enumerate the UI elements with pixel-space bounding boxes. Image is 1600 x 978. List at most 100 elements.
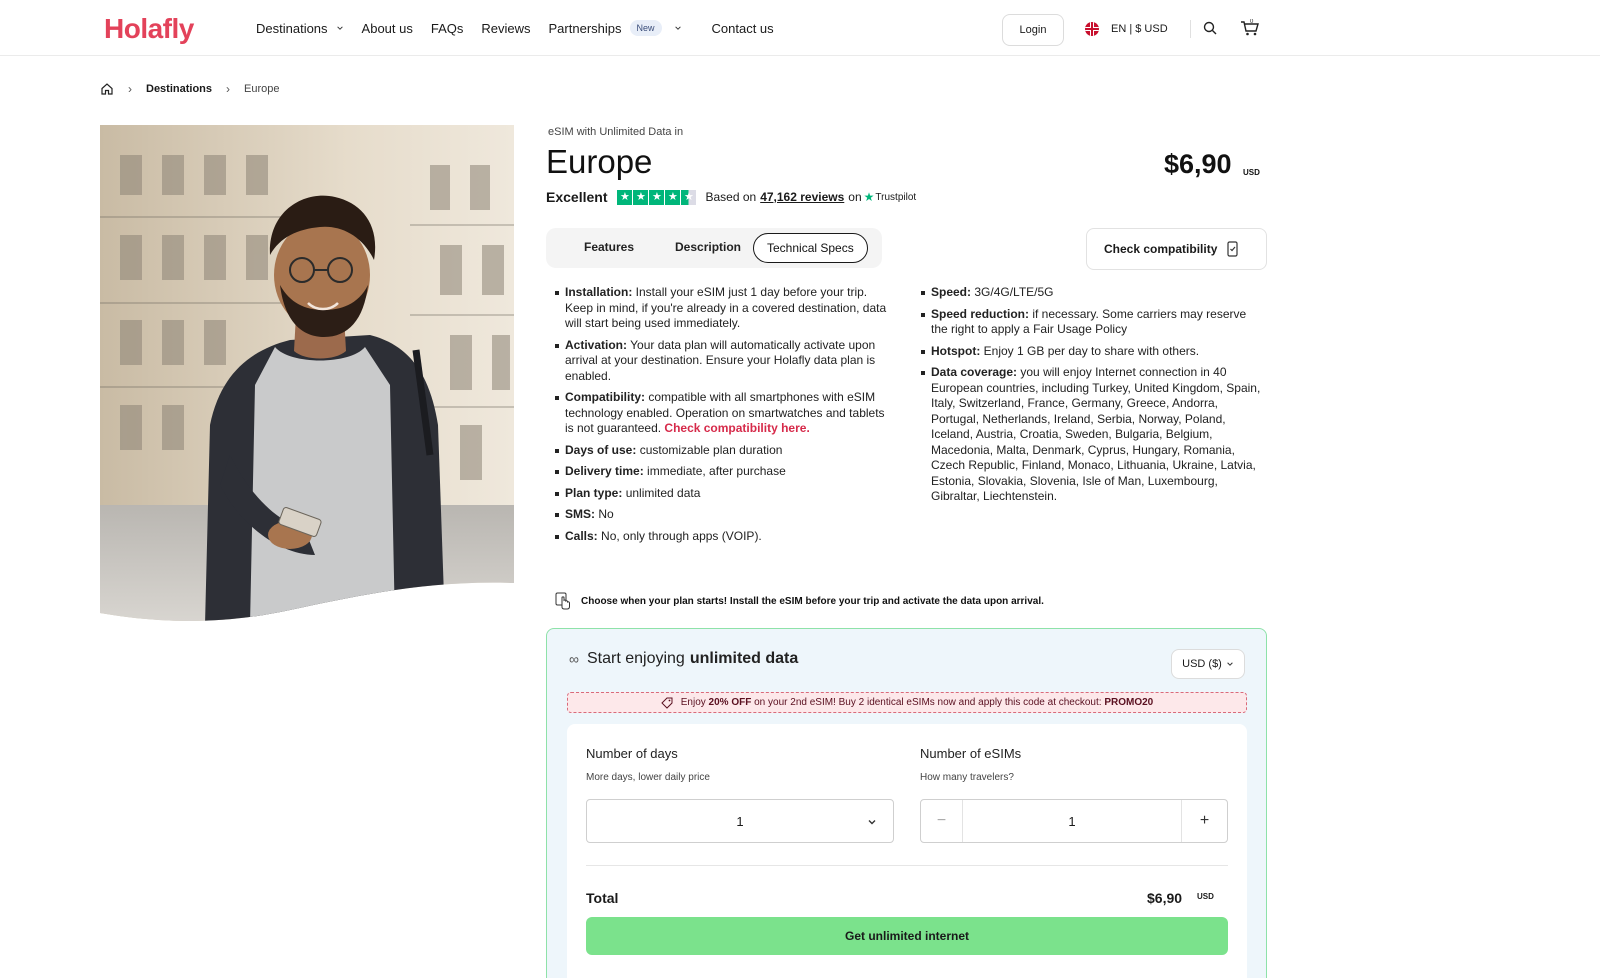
divider: [586, 865, 1228, 866]
nav-destinations-label: Destinations: [256, 20, 328, 36]
nav-about-us[interactable]: About us: [362, 21, 413, 36]
decrement-button[interactable]: −: [921, 800, 963, 842]
nav-destinations[interactable]: Destinations: [256, 21, 344, 36]
days-select[interactable]: 1: [586, 799, 894, 843]
login-button[interactable]: Login: [1002, 14, 1064, 46]
check-compatibility-button[interactable]: Check compatibility: [1086, 228, 1267, 270]
check-compatibility-link[interactable]: Check compatibility here.: [664, 421, 809, 435]
purchase-title-prefix: Start enjoying: [586, 650, 685, 667]
breadcrumb: › Destinations › Europe: [100, 82, 280, 96]
rating-label: Excellent: [546, 189, 608, 205]
breadcrumb-destinations[interactable]: Destinations: [146, 83, 212, 95]
reviews-link[interactable]: 47,162 reviews: [760, 190, 844, 204]
purchase-title-bold: unlimited data: [689, 650, 799, 667]
nav-contact-us[interactable]: Contact us: [712, 21, 774, 36]
header-divider: [1190, 20, 1191, 38]
rating-stars: ★ ★ ★ ★ ★: [617, 189, 697, 205]
chevron-down-icon: [1227, 662, 1233, 666]
days-sublabel: More days, lower daily price: [586, 772, 710, 783]
tab-features[interactable]: Features: [565, 240, 653, 254]
esims-label: Number of eSIMs: [920, 746, 1022, 761]
plan-start-note: Choose when your plan starts! Install th…: [555, 592, 1044, 610]
spec-hotspot: Hotspot: Enjoy 1 GB per day to share wit…: [921, 344, 1261, 360]
check-compatibility-label: Check compatibility: [1104, 242, 1218, 256]
chevron-right-icon: ›: [226, 82, 231, 96]
total-price: $6,90: [1147, 890, 1183, 906]
chevron-down-icon: [868, 820, 876, 825]
spec-plan-type: Plan type: unlimited data: [555, 486, 895, 502]
nav-reviews-label: Reviews: [481, 20, 531, 36]
top-navigation-bar: Holafly Destinations About us FAQs Revie…: [0, 0, 1600, 56]
page-title: Europe: [546, 143, 653, 180]
total-label: Total: [586, 890, 619, 906]
technical-specs-list-right: Speed: 3G/4G/LTE/5G Speed reduction: if …: [921, 285, 1261, 511]
breadcrumb-current: Europe: [244, 83, 280, 95]
days-label: Number of days: [586, 746, 678, 761]
esims-sublabel: How many travelers?: [920, 772, 1014, 783]
tab-description[interactable]: Description: [656, 240, 760, 254]
spec-days-of-use: Days of use: customizable plan duration: [555, 443, 895, 459]
chevron-down-icon: [674, 26, 681, 30]
infinity-icon: ∞: [569, 651, 579, 667]
trustpilot-logo[interactable]: ★ Trustpilot: [864, 190, 917, 204]
language-currency-selector[interactable]: EN | $ USD: [1085, 22, 1168, 36]
spec-speed: Speed: 3G/4G/LTE/5G: [921, 285, 1261, 301]
search-icon[interactable]: [1203, 21, 1217, 35]
promo-discount: 20% OFF: [708, 697, 752, 708]
purchase-card-title: ∞ Start enjoying unlimited data: [569, 650, 798, 668]
get-unlimited-internet-button[interactable]: Get unlimited internet: [586, 917, 1228, 955]
esims-value[interactable]: 1: [963, 800, 1181, 842]
nav-reviews[interactable]: Reviews: [481, 21, 530, 36]
total-currency: USD: [1197, 892, 1214, 901]
chevron-right-icon: ›: [128, 82, 132, 96]
price-currency: USD: [1243, 168, 1260, 177]
nav-partnerships[interactable]: Partnerships New: [549, 20, 682, 36]
hero-traveler-photo: [100, 125, 514, 621]
cart-icon[interactable]: 0: [1240, 19, 1260, 37]
currency-select[interactable]: USD ($): [1171, 649, 1245, 679]
purchase-card: ∞ Start enjoying unlimited data USD ($) …: [546, 628, 1267, 978]
tab-technical-specs[interactable]: Technical Specs: [753, 233, 868, 263]
spec-data-coverage: Data coverage: you will enjoy Internet c…: [921, 365, 1261, 505]
spec-calls: Calls: No, only through apps (VOIP).: [555, 529, 895, 545]
trustpilot-star-icon: ★: [863, 190, 875, 204]
plan-configurator: Number of days More days, lower daily pr…: [567, 724, 1247, 978]
reviews-prefix: Based on: [705, 190, 757, 204]
star-icon: ★: [649, 189, 665, 205]
home-icon[interactable]: [100, 82, 114, 96]
plan-note-text: Choose when your plan starts! Install th…: [581, 595, 1044, 607]
spec-sms: SMS: No: [555, 507, 895, 523]
reviews-suffix: on: [848, 190, 862, 204]
promo-text: on your 2nd eSIM! Buy 2 identical eSIMs …: [754, 697, 1102, 708]
increment-button[interactable]: +: [1181, 800, 1227, 842]
star-icon: ★: [617, 189, 633, 205]
language-label: EN | $ USD: [1111, 23, 1168, 35]
spec-compatibility: Compatibility: compatible with all smart…: [555, 390, 895, 437]
product-tabs: Features Description Technical Specs: [546, 228, 882, 268]
nav-faqs-label: FAQs: [430, 20, 464, 36]
uk-flag-icon: [1085, 22, 1099, 36]
technical-specs-list-left: Installation: Install your eSIM just 1 d…: [555, 285, 895, 550]
spec-installation: Installation: Install your eSIM just 1 d…: [555, 285, 895, 332]
new-badge: New: [629, 20, 662, 36]
holafly-logo[interactable]: Holafly: [104, 13, 194, 45]
phone-check-icon: [1227, 241, 1238, 257]
half-star-icon: ★: [681, 189, 697, 205]
spec-delivery-time: Delivery time: immediate, after purchase: [555, 464, 895, 480]
tag-icon: [661, 697, 673, 709]
esims-quantity-stepper: − 1 +: [920, 799, 1228, 843]
currency-select-value: USD ($): [1182, 658, 1222, 670]
spec-activation: Activation: Your data plan will automati…: [555, 338, 895, 385]
main-nav: Destinations About us FAQs Reviews Partn…: [256, 20, 792, 36]
promo-banner: Enjoy 20% OFF on your 2nd eSIM! Buy 2 id…: [567, 692, 1247, 713]
nav-faqs[interactable]: FAQs: [431, 21, 464, 36]
trustpilot-label: Trustpilot: [875, 191, 917, 203]
promo-code: PROMO20: [1104, 697, 1154, 708]
product-price: $6,90: [1164, 149, 1232, 179]
chevron-down-icon: [336, 26, 343, 30]
touch-hand-icon: [555, 592, 570, 610]
nav-partnerships-label: Partnerships: [548, 20, 622, 36]
star-icon: ★: [633, 189, 649, 205]
promo-prefix: Enjoy: [680, 697, 706, 708]
star-icon: ★: [665, 189, 681, 205]
